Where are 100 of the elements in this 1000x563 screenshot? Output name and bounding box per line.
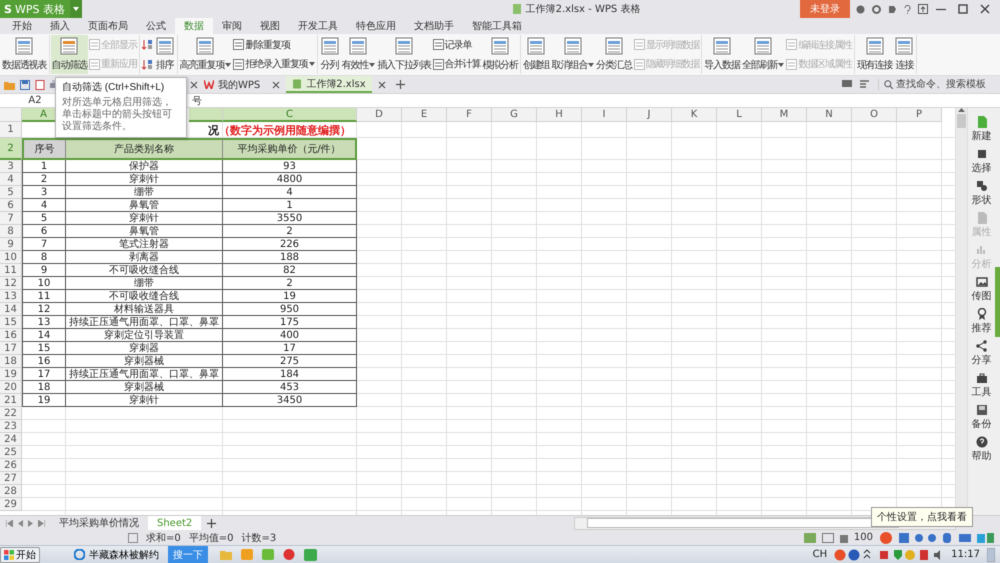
sidebar-button[interactable]: 传图 <box>972 276 992 303</box>
column-header[interactable]: F <box>447 108 492 122</box>
search-button[interactable]: 搜一下 <box>168 546 208 563</box>
column-header[interactable]: D <box>357 108 402 122</box>
ribbon-button[interactable]: 排序 <box>154 35 176 74</box>
ribbon-button[interactable]: 高亮重复项 <box>178 35 232 74</box>
ribbon-button[interactable]: 删除重复项 <box>232 36 316 53</box>
sidebar-button[interactable]: 形状 <box>972 180 992 207</box>
column-header[interactable]: L <box>717 108 762 122</box>
sidebar-button[interactable]: 备份 <box>972 404 992 431</box>
ribbon-button[interactable]: 数据透视表 <box>1 35 48 74</box>
ribbon-button[interactable]: 分类汇总 <box>595 35 633 74</box>
sidebar-button[interactable]: 推荐 <box>972 308 992 335</box>
menu-tab[interactable]: 审阅 <box>213 18 251 34</box>
share-icon <box>976 340 988 352</box>
sort-button[interactable] <box>140 38 154 52</box>
menu-tab[interactable]: 公式 <box>137 18 175 34</box>
menu-tab[interactable]: 视图 <box>251 18 289 34</box>
row-number[interactable]: 27 <box>0 472 22 485</box>
ribbon-button[interactable]: 连接 <box>893 35 916 74</box>
ribbon-button[interactable]: 记录单 <box>432 36 482 53</box>
row-number[interactable]: 15 <box>0 316 22 329</box>
ribbon-button[interactable]: 现有连接 <box>856 35 894 74</box>
row-number[interactable]: 20 <box>0 381 22 394</box>
row-number[interactable]: 10 <box>0 251 22 264</box>
row-number[interactable]: 12 <box>0 277 22 290</box>
row-number[interactable]: 6 <box>0 199 22 212</box>
start-button[interactable]: 开始 <box>0 546 40 562</box>
row-number[interactable]: 29 <box>0 498 22 511</box>
language-indicator[interactable]: CH <box>812 549 828 560</box>
sheet-tab[interactable]: Sheet2 <box>148 516 202 530</box>
sidebar-button[interactable]: 工具 <box>972 372 992 399</box>
column-header[interactable]: C <box>223 108 357 122</box>
panel-toggle[interactable] <box>995 266 1000 336</box>
menu-tab[interactable]: 智能工具箱 <box>463 18 531 34</box>
row-number[interactable]: 9 <box>0 238 22 251</box>
menu-tab[interactable]: 数据 <box>175 18 213 34</box>
row-number[interactable]: 26 <box>0 459 22 472</box>
column-header[interactable]: G <box>492 108 537 122</box>
formula-field[interactable]: 号 <box>192 94 1000 108</box>
row-number[interactable]: 13 <box>0 290 22 303</box>
sidebar-button[interactable]: 选择 <box>972 148 992 175</box>
row-number[interactable]: 2 <box>0 138 22 160</box>
menu-tab[interactable]: 特色应用 <box>347 18 405 34</box>
sidebar-button[interactable]: 分享 <box>972 340 992 367</box>
menu-tab[interactable]: 插入 <box>41 18 79 34</box>
ribbon-button[interactable]: 创建组 <box>522 35 551 74</box>
ribbon-button[interactable]: 分列 <box>318 35 341 74</box>
column-header[interactable]: E <box>402 108 447 122</box>
settings-tooltip[interactable]: 个性设置，点我看看 <box>871 507 973 527</box>
document-tab[interactable]: 我的WPS <box>198 76 266 93</box>
column-header[interactable]: N <box>807 108 852 122</box>
row-number[interactable]: 19 <box>0 368 22 381</box>
row-number[interactable]: 5 <box>0 186 22 199</box>
row-number[interactable]: 16 <box>0 329 22 342</box>
ribbon-button[interactable]: 自动筛选 <box>50 35 88 74</box>
menu-tab[interactable]: 开发工具 <box>289 18 347 34</box>
ribbon-button[interactable]: 有效性 <box>340 35 376 74</box>
menu-tab[interactable]: 文档助手 <box>405 18 463 34</box>
ribbon-button[interactable]: 取消组合 <box>550 35 596 74</box>
row-number[interactable]: 22 <box>0 407 22 420</box>
sort-button[interactable] <box>140 58 154 71</box>
sheet-tab[interactable]: 平均采购单价情况 <box>50 516 148 530</box>
row-number[interactable]: 24 <box>0 433 22 446</box>
row-number[interactable]: 1 <box>0 122 22 138</box>
column-header[interactable]: K <box>672 108 717 122</box>
sidebar-button[interactable]: 新建 <box>972 116 992 143</box>
column-header[interactable] <box>189 108 223 122</box>
row-number[interactable]: 8 <box>0 225 22 238</box>
row-number[interactable]: 18 <box>0 355 22 368</box>
ribbon-button[interactable]: 拒绝录入重复项 <box>232 56 316 72</box>
column-header[interactable]: I <box>582 108 627 122</box>
column-header[interactable]: O <box>852 108 897 122</box>
row-number[interactable]: 23 <box>0 420 22 433</box>
ribbon-button[interactable]: 合并计算 <box>432 56 482 72</box>
column-header[interactable]: J <box>627 108 672 122</box>
column-header[interactable]: M <box>762 108 807 122</box>
menu-tab[interactable]: 开始 <box>3 18 41 34</box>
row-number[interactable]: 4 <box>0 173 22 186</box>
ribbon-button[interactable]: 全部刷新 <box>740 35 786 74</box>
row-number[interactable]: 17 <box>0 342 22 355</box>
column-header[interactable]: P <box>897 108 942 122</box>
row-number[interactable]: 28 <box>0 485 22 498</box>
ribbon-button[interactable]: 模拟分析 <box>481 35 519 74</box>
zoom-level[interactable]: 100 <box>854 532 873 543</box>
column-header[interactable]: H <box>537 108 582 122</box>
row-number[interactable]: 3 <box>0 160 22 173</box>
row-number[interactable]: 14 <box>0 303 22 316</box>
row-number[interactable]: 25 <box>0 446 22 459</box>
search-field[interactable]: 查找命令、搜索模板 <box>896 79 996 90</box>
sidebar-button[interactable]: 帮助 <box>972 436 992 463</box>
ribbon-button[interactable]: 导入数据 <box>703 35 741 74</box>
ribbon-button[interactable]: 插入下拉列表 <box>376 35 432 74</box>
row-number[interactable]: 7 <box>0 212 22 225</box>
taskbar-window[interactable]: 半藏森林被解约 <box>68 546 168 563</box>
document-tab[interactable]: 工作簿2.xlsx <box>286 76 372 93</box>
row-number[interactable]: 11 <box>0 264 22 277</box>
table-cell: 3450 <box>223 394 357 407</box>
menu-tab[interactable]: 页面布局 <box>79 18 137 34</box>
row-number[interactable]: 21 <box>0 394 22 407</box>
